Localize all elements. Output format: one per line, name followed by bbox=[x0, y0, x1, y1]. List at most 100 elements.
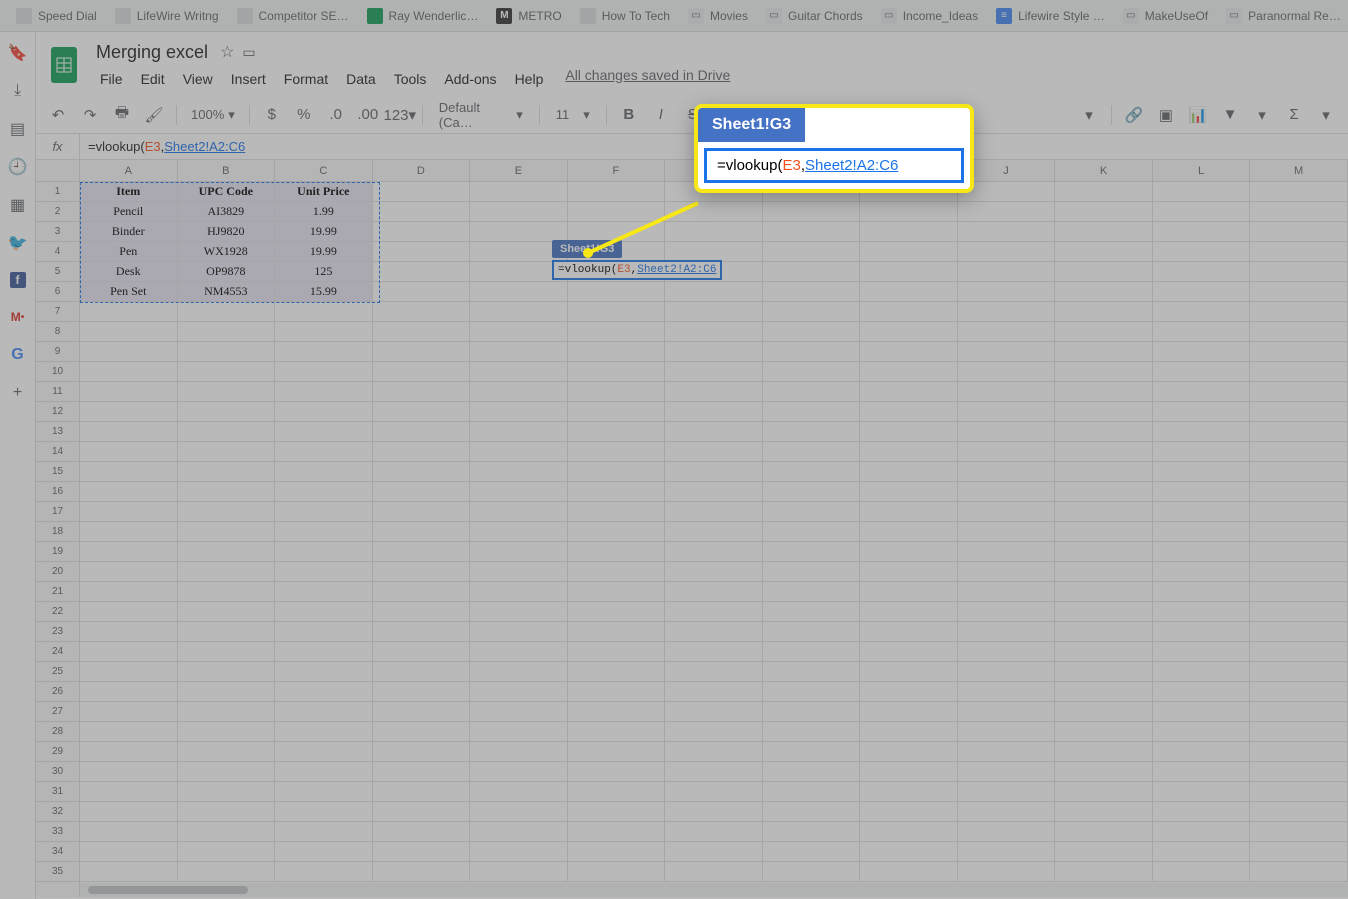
grid-cell[interactable] bbox=[80, 762, 178, 782]
grid-cell[interactable] bbox=[665, 562, 763, 582]
menu-format[interactable]: Format bbox=[276, 67, 336, 91]
grid-cell[interactable] bbox=[80, 422, 178, 442]
grid-cell[interactable]: UPC Code bbox=[178, 182, 276, 202]
grid-cell[interactable] bbox=[763, 342, 861, 362]
grid-cell[interactable] bbox=[1250, 302, 1348, 322]
grid-cell[interactable] bbox=[373, 522, 471, 542]
grid-cell[interactable] bbox=[470, 222, 568, 242]
grid-cell[interactable] bbox=[275, 502, 373, 522]
bookmark-item[interactable]: ≡Lifewire Style … bbox=[988, 4, 1113, 28]
grid-cell[interactable] bbox=[373, 602, 471, 622]
grid-cell[interactable] bbox=[665, 282, 763, 302]
grid-cell[interactable]: Desk bbox=[80, 262, 178, 282]
currency-icon[interactable]: $ bbox=[258, 101, 286, 129]
grid-cell[interactable] bbox=[373, 262, 471, 282]
grid-cell[interactable] bbox=[80, 542, 178, 562]
grid-cell[interactable] bbox=[373, 182, 471, 202]
grid-cell[interactable] bbox=[763, 722, 861, 742]
grid-cell[interactable] bbox=[763, 562, 861, 582]
grid-cell[interactable]: Unit Price bbox=[275, 182, 373, 202]
grid-cell[interactable] bbox=[1055, 222, 1153, 242]
grid-cell[interactable] bbox=[470, 402, 568, 422]
grid-cell[interactable] bbox=[80, 722, 178, 742]
grid-cell[interactable] bbox=[763, 842, 861, 862]
grid-cell[interactable] bbox=[665, 482, 763, 502]
grid-cell[interactable] bbox=[80, 382, 178, 402]
grid-cell[interactable] bbox=[665, 802, 763, 822]
grid-cell[interactable] bbox=[178, 702, 276, 722]
row-header[interactable]: 2 bbox=[36, 202, 79, 222]
grid-cell[interactable] bbox=[1153, 402, 1251, 422]
save-status[interactable]: All changes saved in Drive bbox=[565, 67, 730, 91]
grid-cell[interactable] bbox=[860, 282, 958, 302]
grid-cell[interactable] bbox=[763, 362, 861, 382]
grid-cell[interactable] bbox=[80, 462, 178, 482]
grid-cell[interactable] bbox=[178, 502, 276, 522]
grid-cell[interactable] bbox=[763, 242, 861, 262]
grid-cell[interactable] bbox=[178, 362, 276, 382]
grid-cell[interactable] bbox=[373, 482, 471, 502]
zoom-select[interactable]: 100% ▾ bbox=[185, 105, 241, 125]
grid-cell[interactable] bbox=[178, 462, 276, 482]
grid-cell[interactable] bbox=[568, 682, 666, 702]
grid-cell[interactable] bbox=[470, 202, 568, 222]
twitter-icon[interactable]: 🐦 bbox=[9, 234, 27, 252]
font-select[interactable]: Default (Ca…▾ bbox=[431, 98, 531, 132]
grid-cell[interactable] bbox=[568, 222, 666, 242]
grid-cell[interactable] bbox=[763, 442, 861, 462]
grid-cell[interactable] bbox=[275, 722, 373, 742]
row-header[interactable]: 4 bbox=[36, 242, 79, 262]
grid-cell[interactable] bbox=[1153, 262, 1251, 282]
menu-view[interactable]: View bbox=[175, 67, 221, 91]
grid-cell[interactable] bbox=[665, 542, 763, 562]
grid-cell[interactable] bbox=[1055, 702, 1153, 722]
grid-cell[interactable] bbox=[80, 562, 178, 582]
grid-cell[interactable] bbox=[373, 582, 471, 602]
grid-cell[interactable] bbox=[373, 462, 471, 482]
grid-cell[interactable] bbox=[860, 402, 958, 422]
grid-cell[interactable] bbox=[860, 662, 958, 682]
grid-cell[interactable]: OP9878 bbox=[178, 262, 276, 282]
grid-cell[interactable] bbox=[1250, 502, 1348, 522]
grid-cell[interactable] bbox=[860, 382, 958, 402]
grid-cell[interactable] bbox=[1250, 742, 1348, 762]
grid-cell[interactable] bbox=[178, 382, 276, 402]
grid-cell[interactable] bbox=[860, 202, 958, 222]
bookmark-item[interactable]: LifeWire Writng bbox=[107, 4, 227, 28]
doc-title[interactable]: Merging excel bbox=[92, 40, 212, 65]
grid-cell[interactable] bbox=[860, 322, 958, 342]
font-size-select[interactable]: 11▾ bbox=[548, 105, 598, 125]
grid-cell[interactable] bbox=[958, 542, 1056, 562]
grid-cell[interactable] bbox=[1250, 542, 1348, 562]
grid-cell[interactable] bbox=[1153, 862, 1251, 882]
grid-cell[interactable] bbox=[1250, 242, 1348, 262]
menu-edit[interactable]: Edit bbox=[133, 67, 173, 91]
grid-cell[interactable] bbox=[665, 242, 763, 262]
grid-cell[interactable] bbox=[275, 662, 373, 682]
grid-cell[interactable] bbox=[665, 462, 763, 482]
grid-cell[interactable] bbox=[568, 862, 666, 882]
grid-cell[interactable] bbox=[1055, 682, 1153, 702]
row-header[interactable]: 35 bbox=[36, 862, 79, 882]
grid-cell[interactable] bbox=[568, 502, 666, 522]
grid-cell[interactable] bbox=[1153, 702, 1251, 722]
grid-cell[interactable] bbox=[373, 742, 471, 762]
grid-cell[interactable] bbox=[860, 682, 958, 702]
grid-cell[interactable] bbox=[958, 822, 1056, 842]
grid-cell[interactable] bbox=[1153, 582, 1251, 602]
grid-cell[interactable] bbox=[665, 782, 763, 802]
grid-cell[interactable] bbox=[178, 342, 276, 362]
undo-icon[interactable]: ↶ bbox=[44, 101, 72, 129]
grid-cell[interactable] bbox=[373, 662, 471, 682]
row-header[interactable]: 19 bbox=[36, 542, 79, 562]
grid-cell[interactable] bbox=[373, 702, 471, 722]
grid-cell[interactable] bbox=[763, 622, 861, 642]
grid-cell[interactable] bbox=[80, 602, 178, 622]
grid-cell[interactable] bbox=[665, 702, 763, 722]
spreadsheet-grid[interactable]: ABCDEFGHIJKLM 12345678910111213141516171… bbox=[36, 160, 1348, 897]
grid-cell[interactable] bbox=[275, 742, 373, 762]
grid-cell[interactable] bbox=[178, 862, 276, 882]
grid-cell[interactable] bbox=[665, 222, 763, 242]
chart-icon[interactable]: 📊 bbox=[1184, 101, 1212, 129]
grid-cell[interactable] bbox=[568, 302, 666, 322]
